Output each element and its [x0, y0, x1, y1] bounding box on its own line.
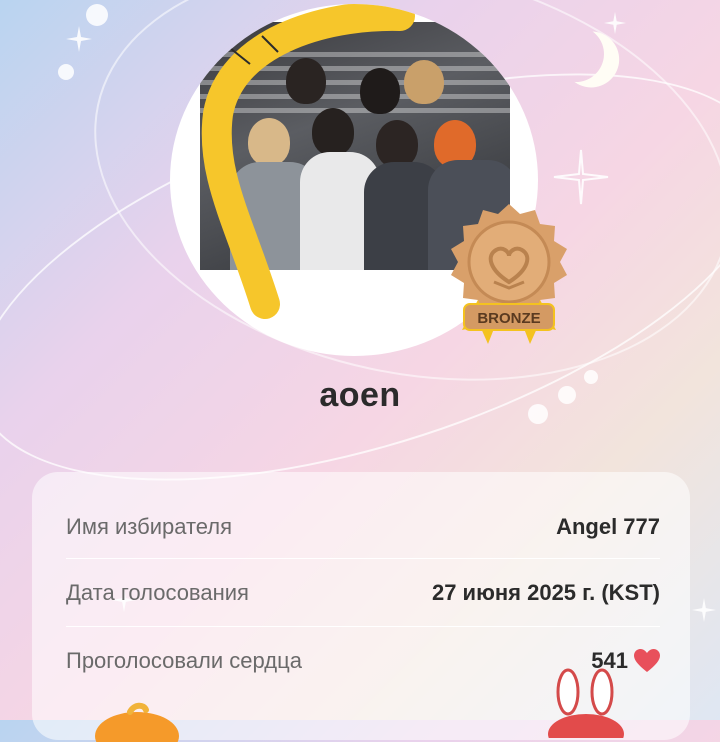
divider [66, 626, 660, 627]
vote-date-label: Дата голосования [66, 580, 249, 605]
hearts-label: Проголосовали сердца [66, 648, 302, 673]
decor-dot [86, 4, 108, 26]
sparkle-icon [66, 26, 92, 52]
voter-name-row: Имя избирателя Angel 777 [66, 494, 660, 560]
voter-name-label: Имя избирателя [66, 514, 233, 539]
vote-date-value: 27 июня 2025 г. (KST) [431, 580, 660, 605]
bronze-medal-icon: BRONZE [451, 204, 567, 344]
sparkle-icon [692, 598, 716, 622]
decor-dot [58, 64, 74, 80]
badge-label: BRONZE [477, 310, 540, 327]
heart-icon [634, 649, 660, 672]
voter-name-value: Angel 777 [556, 514, 660, 539]
sparkle-icon [553, 149, 609, 205]
divider [66, 558, 660, 559]
sparkle-icon [604, 12, 626, 34]
orange-character-icon [95, 702, 179, 742]
username: aoen [319, 376, 401, 414]
bunny-icon [548, 668, 624, 738]
vote-date-row: Дата голосования 27 июня 2025 г. (KST) [66, 560, 660, 626]
